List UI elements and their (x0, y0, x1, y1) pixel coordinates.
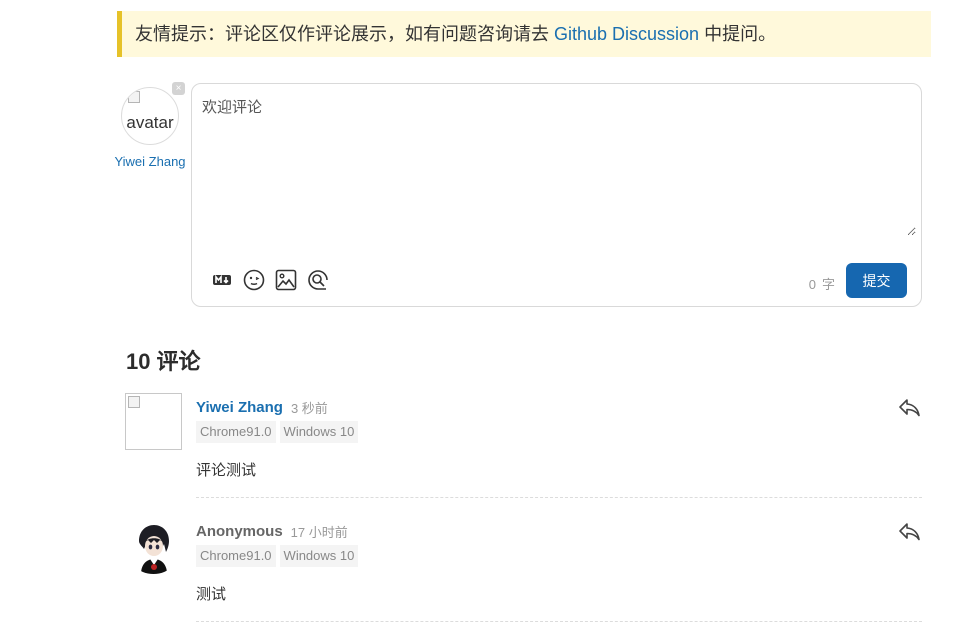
comment-editor: 0字 提交 (191, 83, 922, 307)
avatar-alt-text: avatar (126, 113, 174, 132)
comment-count-label: 评论 (156, 349, 201, 374)
broken-image-icon (128, 396, 140, 408)
comment-header: Anonymous 17 小时前 (196, 517, 922, 545)
editor-toolbar (210, 268, 330, 292)
preview-icon[interactable] (306, 268, 330, 292)
divider (196, 497, 922, 498)
comment-time: 3 秒前 (290, 400, 328, 416)
comment-textarea[interactable] (202, 96, 916, 236)
commenter-avatar (125, 517, 182, 574)
image-icon[interactable] (274, 268, 298, 292)
notice-text: 友情提示：评论区仅作评论展示，如有问题咨询请去 (135, 24, 554, 44)
current-user-name[interactable]: Yiwei Zhang (114, 150, 186, 174)
reply-icon[interactable] (898, 521, 922, 543)
browser-badge: Chrome91.0 (196, 545, 276, 567)
commenter-avatar (125, 393, 182, 450)
comment-time: 17 小时前 (290, 524, 348, 540)
comment-body: Yiwei Zhang 3 秒前 Chrome91.0 Windows 10 评… (196, 393, 922, 498)
word-count-unit: 字 (821, 277, 835, 292)
comment-meta: Chrome91.0 Windows 10 (196, 545, 922, 567)
emoji-icon[interactable] (242, 268, 266, 292)
submit-button[interactable]: 提交 (846, 263, 907, 298)
word-count-value: 0 (808, 277, 816, 292)
comment-text: 测试 (196, 586, 227, 603)
markdown-icon[interactable] (210, 268, 234, 292)
commenter-name: Anonymous (196, 522, 283, 540)
current-user: avatar × Yiwei Zhang (114, 82, 186, 174)
comment-body: Anonymous 17 小时前 Chrome91.0 Windows 10 测… (196, 517, 922, 622)
github-discussion-link[interactable]: Github Discussion (554, 24, 699, 44)
reply-icon[interactable] (898, 397, 922, 419)
notice-suffix: 中提问。 (699, 24, 777, 44)
divider (196, 621, 922, 622)
os-badge: Windows 10 (279, 421, 359, 443)
word-count: 0字 (809, 274, 835, 293)
comment-count-heading: 10 评论 (126, 344, 201, 376)
comment-header: Yiwei Zhang 3 秒前 (196, 393, 922, 421)
commenter-name[interactable]: Yiwei Zhang (196, 399, 283, 416)
notice-banner: 友情提示：评论区仅作评论展示，如有问题咨询请去 Github Discussio… (117, 11, 931, 57)
comment-meta: Chrome91.0 Windows 10 (196, 421, 922, 443)
os-badge: Windows 10 (279, 545, 359, 567)
comment-text: 评论测试 (196, 462, 257, 479)
broken-image-icon (128, 91, 140, 103)
close-icon[interactable]: × (172, 82, 185, 95)
avatar[interactable]: avatar (121, 87, 179, 145)
comment-count: 10 (126, 349, 151, 374)
browser-badge: Chrome91.0 (196, 421, 276, 443)
